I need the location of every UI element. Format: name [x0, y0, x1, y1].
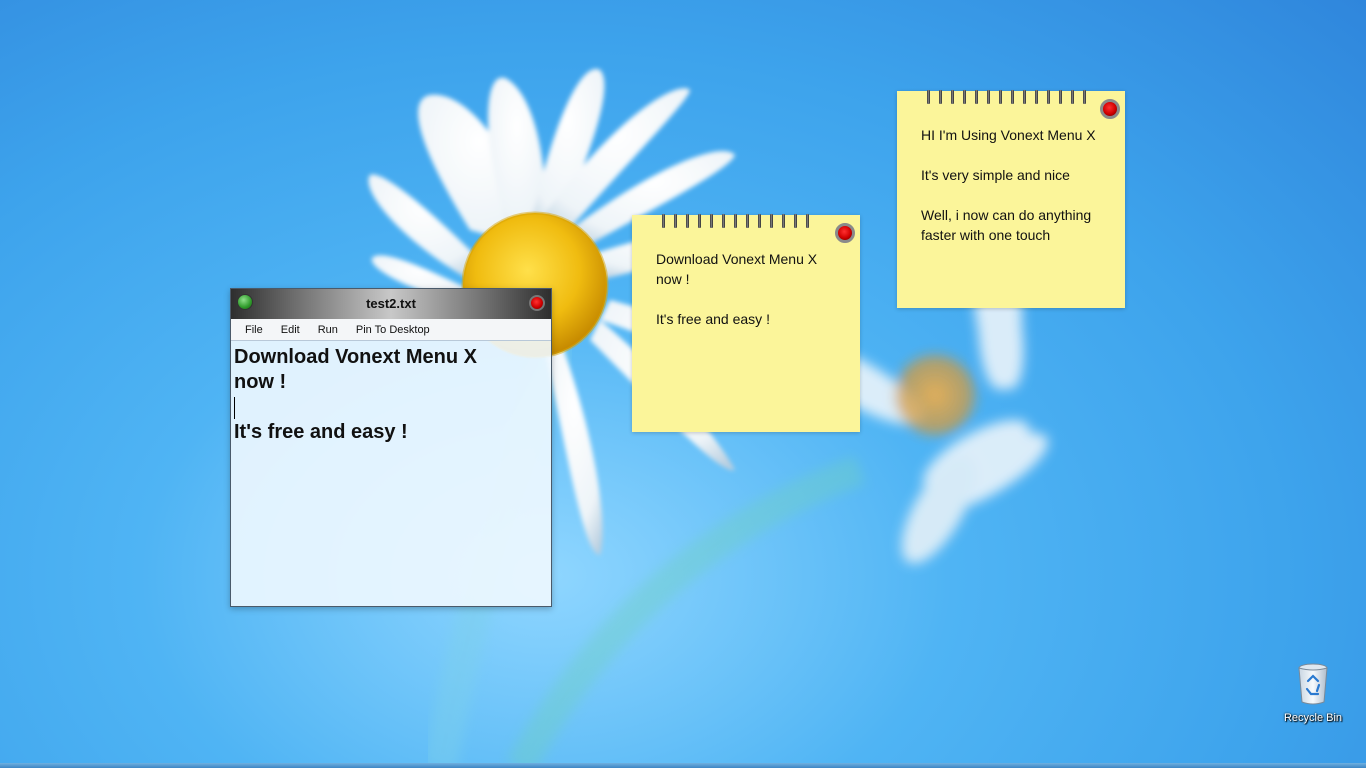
menu-run[interactable]: Run: [309, 320, 347, 340]
spiral-binding: [662, 214, 818, 228]
note-line: faster with one touch: [921, 227, 1051, 243]
note-line-empty: [921, 145, 1107, 165]
note-line-empty: [656, 289, 842, 309]
note-line: now !: [656, 271, 690, 287]
close-icon[interactable]: [835, 223, 855, 243]
note-line: It's very simple and nice: [921, 167, 1070, 183]
text-caret: [234, 396, 235, 419]
note-line: HI I'm Using Vonext Menu X: [921, 127, 1096, 143]
recycle-bin-shortcut[interactable]: Recycle Bin: [1278, 660, 1348, 730]
editor-line: Download Vonext Menu X: [234, 346, 477, 368]
desktop: test2.txt File Edit Run Pin To Desktop D…: [0, 0, 1366, 768]
sticky-note-text[interactable]: HI I'm Using Vonext Menu X It's very sim…: [921, 125, 1107, 245]
note-line-empty: [921, 185, 1107, 205]
sticky-note[interactable]: Download Vonext Menu X now ! It's free a…: [632, 214, 860, 432]
close-icon[interactable]: [529, 295, 545, 311]
sticky-note-text[interactable]: Download Vonext Menu X now ! It's free a…: [656, 249, 842, 329]
editor-line-empty: [234, 395, 546, 420]
note-line: Well, i now can do anything: [921, 207, 1092, 223]
note-line: It's free and easy !: [656, 311, 770, 327]
menu-pin-to-desktop[interactable]: Pin To Desktop: [347, 320, 439, 340]
window-title: test2.txt: [366, 296, 416, 311]
spiral-binding: [927, 90, 1095, 104]
notepad-titlebar[interactable]: test2.txt: [231, 289, 551, 319]
editor-line: now !: [234, 371, 287, 393]
editor-line: It's free and easy !: [234, 421, 408, 443]
notepad-window[interactable]: test2.txt File Edit Run Pin To Desktop D…: [230, 288, 552, 607]
recycle-bin-icon: [1298, 663, 1328, 705]
close-icon[interactable]: [1100, 99, 1120, 119]
recycle-bin-label: Recycle Bin: [1283, 712, 1343, 724]
text-editor[interactable]: Download Vonext Menu X now ! It's free a…: [234, 345, 546, 600]
menu-file[interactable]: File: [236, 320, 272, 340]
sticky-note[interactable]: HI I'm Using Vonext Menu X It's very sim…: [897, 90, 1125, 308]
menu-edit[interactable]: Edit: [272, 320, 309, 340]
menu-bar: File Edit Run Pin To Desktop: [231, 319, 551, 341]
taskbar-edge[interactable]: [0, 763, 1366, 768]
note-line: Download Vonext Menu X: [656, 251, 818, 267]
